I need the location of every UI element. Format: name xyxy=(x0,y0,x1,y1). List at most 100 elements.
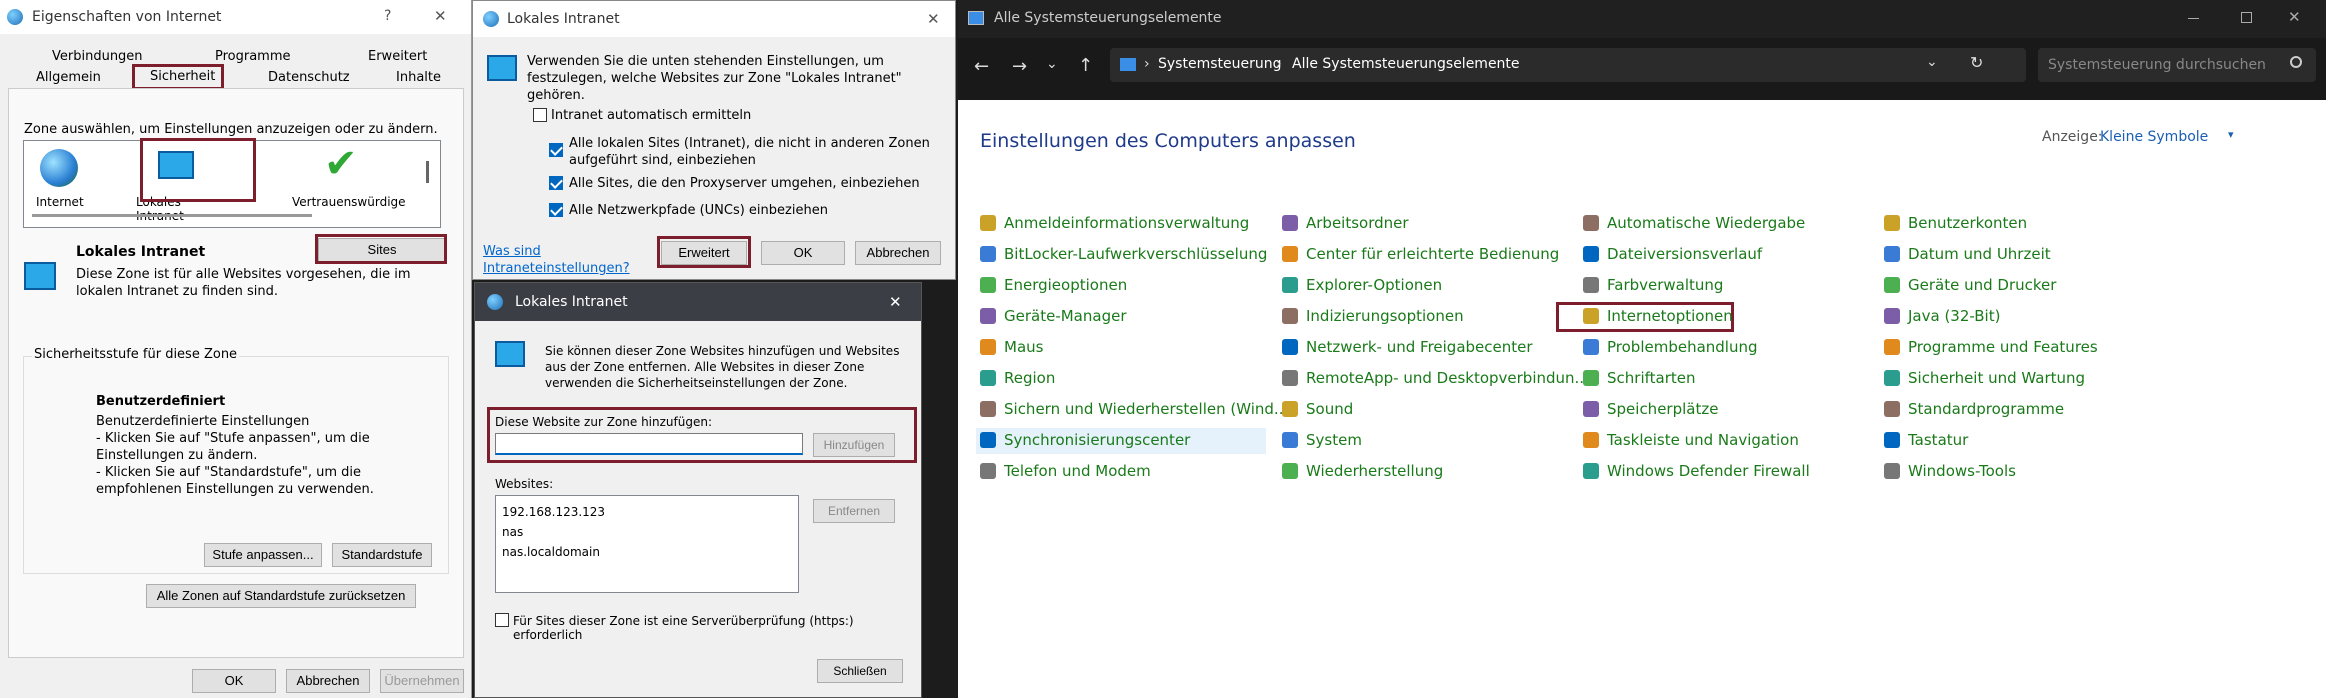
chevron-down-icon[interactable]: ⌄ xyxy=(1926,54,1938,70)
cp-item[interactable]: Java (32-Bit) xyxy=(1884,307,2000,325)
cp-item[interactable]: Arbeitsordner xyxy=(1282,214,1409,232)
zone-list-scrollbar[interactable] xyxy=(426,161,429,183)
local-sites-checkbox[interactable] xyxy=(549,143,563,157)
tab-erweitert[interactable]: Erweitert xyxy=(368,48,427,66)
item-icon xyxy=(1884,277,1900,293)
cp-item[interactable]: Maus xyxy=(980,338,1043,356)
cp-item[interactable]: Internetoptionen xyxy=(1583,307,1733,325)
cp-item[interactable]: Dateiversionsverlauf xyxy=(1583,245,1762,263)
intranet-settings-help-link[interactable]: Was sind Intraneteinstellungen? xyxy=(483,243,630,277)
breadcrumb-all-items[interactable]: Alle Systemsteuerungselemente xyxy=(1292,56,1520,72)
search-icon[interactable] xyxy=(2290,56,2302,68)
zone-trusted[interactable]: ✔ Vertrauenswürdige xyxy=(286,141,406,215)
tab-verbindungen[interactable]: Verbindungen xyxy=(52,48,143,66)
list-item[interactable]: nas xyxy=(502,522,792,542)
cp-item[interactable]: Speicherplätze xyxy=(1583,400,1718,418)
cp-item[interactable]: Taskleiste und Navigation xyxy=(1583,431,1799,449)
highlight-sites xyxy=(315,234,447,264)
cp-item[interactable]: Geräte-Manager xyxy=(980,307,1126,325)
cp-item[interactable]: Windows Defender Firewall xyxy=(1583,462,1810,480)
reset-all-zones-button[interactable]: Alle Zonen auf Standardstufe zurücksetze… xyxy=(146,584,416,608)
tab-inhalte[interactable]: Inhalte xyxy=(396,69,441,87)
item-icon xyxy=(1884,246,1900,262)
cp-item[interactable]: Wiederherstellung xyxy=(1282,462,1443,480)
cp-item[interactable]: Tastatur xyxy=(1884,431,1968,449)
remove-button[interactable]: Entfernen xyxy=(813,499,895,523)
back-arrow-icon[interactable]: ← xyxy=(974,56,989,77)
cp-item[interactable]: Indizierungsoptionen xyxy=(1282,307,1464,325)
close-icon[interactable]: ✕ xyxy=(434,7,447,25)
proxy-bypass-checkbox[interactable] xyxy=(549,176,563,190)
cp-item[interactable]: Farbverwaltung xyxy=(1583,276,1723,294)
cp-item[interactable]: Region xyxy=(980,369,1055,387)
list-item[interactable]: 192.168.123.123 xyxy=(502,502,792,522)
cp-item[interactable]: Schriftarten xyxy=(1583,369,1695,387)
cp-item[interactable]: Geräte und Drucker xyxy=(1884,276,2056,294)
zone-internet[interactable]: Internet xyxy=(32,145,92,215)
cp-item[interactable]: Windows-Tools xyxy=(1884,462,2016,480)
cp-item[interactable]: BitLocker-Laufwerkverschlüsselung xyxy=(980,245,1267,263)
cp-item[interactable]: Automatische Wiedergabe xyxy=(1583,214,1805,232)
custom-level-button[interactable]: Stufe anpassen... xyxy=(204,543,322,567)
https-required-checkbox[interactable] xyxy=(495,613,509,627)
chevron-down-icon[interactable]: ⌄ xyxy=(1046,56,1058,72)
close-button[interactable]: Schließen xyxy=(817,659,903,683)
zone-title: Lokales Intranet xyxy=(76,244,206,260)
minimize-icon[interactable] xyxy=(2188,18,2199,19)
forward-arrow-icon[interactable]: → xyxy=(1012,56,1027,77)
view-mode-select[interactable]: Kleine Symbole xyxy=(2100,129,2208,145)
tab-datenschutz[interactable]: Datenschutz xyxy=(268,69,350,87)
cp-item[interactable]: Problembehandlung xyxy=(1583,338,1758,356)
ok-button[interactable]: OK xyxy=(761,241,845,265)
cp-item[interactable]: Netzwerk- und Freigabecenter xyxy=(1282,338,1533,356)
cp-item[interactable]: Sichern und Wiederherstellen (Wind... xyxy=(980,400,1288,418)
search-input[interactable]: Systemsteuerung durchsuchen xyxy=(2048,57,2266,73)
unc-paths-checkbox[interactable] xyxy=(549,203,563,217)
websites-list[interactable]: 192.168.123.123 nas nas.localdomain xyxy=(495,495,799,593)
cp-item[interactable]: Sicherheit und Wartung xyxy=(1884,369,2085,387)
cp-item[interactable]: Telefon und Modem xyxy=(980,462,1151,480)
refresh-icon[interactable]: ↻ xyxy=(1970,53,1983,72)
up-arrow-icon[interactable]: ↑ xyxy=(1078,55,1093,76)
close-icon[interactable]: ✕ xyxy=(2288,8,2301,26)
page-title: Einstellungen des Computers anpassen xyxy=(980,130,1356,152)
close-icon[interactable]: ✕ xyxy=(889,293,902,311)
breadcrumb[interactable]: › Systemsteuerung › Alle Systemsteuerung… xyxy=(1110,48,2026,82)
cp-item[interactable]: Explorer-Optionen xyxy=(1282,276,1442,294)
auto-detect-checkbox[interactable] xyxy=(533,108,547,122)
tab-programme[interactable]: Programme xyxy=(215,48,291,66)
item-icon xyxy=(1884,308,1900,324)
https-required-label: Für Sites dieser Zone ist eine Serverübe… xyxy=(513,614,854,642)
close-icon[interactable]: ✕ xyxy=(927,10,940,28)
cp-item[interactable]: Sound xyxy=(1282,400,1353,418)
cp-item[interactable]: Energieoptionen xyxy=(980,276,1127,294)
cp-item[interactable]: Datum und Uhrzeit xyxy=(1884,245,2051,263)
title-bar: Lokales Intranet ✕ xyxy=(475,283,921,321)
level-title: Benutzerdefiniert xyxy=(96,394,226,409)
cp-item[interactable]: Center für erleichterte Bedienung xyxy=(1282,245,1559,263)
cp-item[interactable]: Synchronisierungscenter xyxy=(980,431,1190,449)
help-icon[interactable]: ? xyxy=(384,8,391,24)
breadcrumb-systemsteuerung[interactable]: Systemsteuerung xyxy=(1158,56,1281,72)
apply-button[interactable]: Übernehmen xyxy=(380,669,464,693)
search-box[interactable]: Systemsteuerung durchsuchen xyxy=(2038,48,2316,82)
cp-item[interactable]: Standardprogramme xyxy=(1884,400,2064,418)
maximize-icon[interactable] xyxy=(2241,12,2252,23)
chevron-down-icon[interactable]: ▾ xyxy=(2228,128,2234,141)
cancel-button[interactable]: Abbrechen xyxy=(855,241,941,265)
ok-button[interactable]: OK xyxy=(192,669,276,693)
cp-item[interactable]: Anmeldeinformationsverwaltung xyxy=(980,214,1249,232)
item-icon xyxy=(1583,401,1599,417)
list-item[interactable]: nas.localdomain xyxy=(502,542,792,562)
cancel-button[interactable]: Abbrechen xyxy=(286,669,370,693)
cp-item[interactable]: Programme und Features xyxy=(1884,338,2098,356)
websites-label: Websites: xyxy=(495,477,554,491)
item-icon xyxy=(1884,215,1900,231)
zone-list-hscrollbar[interactable] xyxy=(32,214,312,217)
default-level-button[interactable]: Standardstufe xyxy=(332,543,432,567)
tab-allgemein[interactable]: Allgemein xyxy=(36,69,101,87)
cp-item[interactable]: RemoteApp- und Desktopverbindun... xyxy=(1282,369,1589,387)
item-icon xyxy=(1282,246,1298,262)
cp-item[interactable]: System xyxy=(1282,431,1362,449)
cp-item[interactable]: Benutzerkonten xyxy=(1884,214,2027,232)
